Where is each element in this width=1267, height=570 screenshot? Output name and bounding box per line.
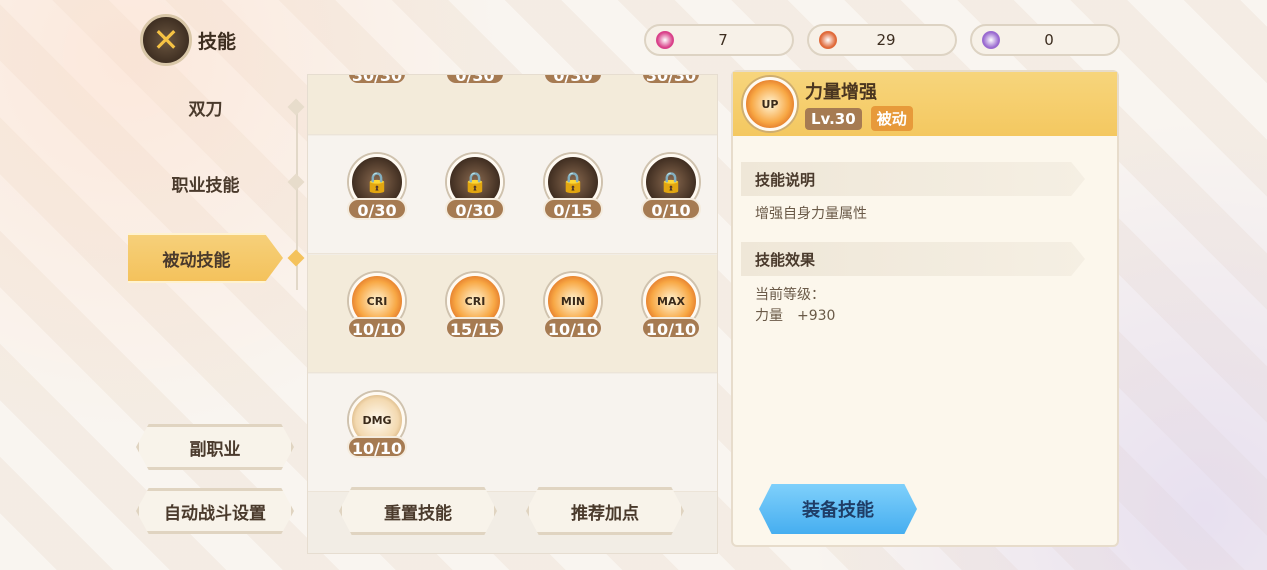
equip-skill-label: 装备技能 [802,500,874,521]
recommend-points-button[interactable]: 推荐加点 [526,487,684,535]
skill-level: 30/30 [347,75,407,85]
skill-level: 10/10 [347,317,407,339]
lock-icon: 🔒 [364,170,390,194]
crystal-icon [982,31,1000,49]
currency-crystal[interactable]: 0 [970,24,1120,56]
lock-icon: 🔒 [462,170,488,194]
reset-skills-button[interactable]: 重置技能 [339,487,497,535]
lock-icon: 🔒 [658,170,684,194]
nav-item-label: 被动技能 [162,250,231,271]
nav-item-job-skills[interactable]: 职业技能 [128,158,283,208]
skill-level: 0/30 [445,198,505,220]
skill-level: 0/30 [445,75,505,85]
skill-slot[interactable]: DMG 10/10 [346,392,408,458]
auto-battle-settings-button[interactable]: 自动战斗设置 [136,488,294,534]
page-title: 技能 [198,30,237,53]
nav-item-label: 职业技能 [171,175,240,196]
skill-description-text: 增强自身力量属性 [755,206,867,222]
skill-effect-current-level: 当前等级： [755,287,825,303]
skill-slot-locked[interactable]: 🔒 0/30 [346,154,408,220]
skill-effect-strength: 力量 +930 [755,308,836,324]
skill-row: DMG 10/10 [308,374,717,492]
currency-scroll[interactable]: 29 [807,24,957,56]
skill-slot[interactable]: 30/30 [640,75,702,85]
reset-skills-label: 重置技能 [384,503,452,524]
nav-item-label: 双刀 [188,99,223,120]
page-header: ✕ 技能 [140,14,236,66]
skill-level: 10/10 [641,317,701,339]
skill-detail-header: UP 力量增强 Lv.30 被动 [733,72,1117,136]
lock-icon: 🔒 [560,170,586,194]
nav-item-dual-blades[interactable]: 双刀 [128,82,283,132]
skill-type-badge: 被动 [870,105,913,131]
skill-level: 0/15 [543,198,603,220]
skill-level: 30/30 [641,75,701,85]
currency-crystal-value: 0 [1044,31,1054,49]
skill-slot[interactable]: CRI 10/10 [346,273,408,339]
currency-gem-value: 7 [718,31,728,49]
skill-row: CRI 10/10 CRI 15/15 MIN 10/10 MAX 10/10 [308,255,717,373]
skill-level: 0/30 [347,198,407,220]
auto-battle-label: 自动战斗设置 [164,503,266,524]
gem-icon [656,31,674,49]
equip-skill-button[interactable]: 装备技能 [759,484,917,534]
skill-slot-locked[interactable]: 🔒 0/30 [444,154,506,220]
skill-slot[interactable]: CRI 15/15 [444,273,506,339]
skill-name: 力量增强 [805,81,877,103]
skill-slot[interactable]: MIN 10/10 [542,273,604,339]
skill-level: 10/10 [347,436,407,458]
nav-item-passive-skills[interactable]: 被动技能 [128,233,283,283]
skill-slot-locked[interactable]: 🔒 0/10 [640,154,702,220]
sub-job-button[interactable]: 副职业 [136,424,294,470]
scroll-icon [819,31,837,49]
currency-scroll-value: 29 [876,31,896,49]
skill-slot[interactable]: 0/30 [542,75,604,85]
skill-slot[interactable]: 0/30 [444,75,506,85]
skill-level: 10/10 [543,317,603,339]
skill-detail-panel: UP 力量增强 Lv.30 被动 技能说明 增强自身力量属性 技能效果 当前等级… [731,70,1119,547]
skill-grid[interactable]: 30/30 0/30 0/30 30/30 🔒 0/30 🔒 0/30 🔒 0/… [307,74,718,554]
skill-slot[interactable]: MAX 10/10 [640,273,702,339]
sub-job-label: 副职业 [189,439,241,460]
skill-level: 0/10 [641,198,701,220]
skill-logo-icon[interactable]: ✕ [140,14,192,66]
skill-level: 15/15 [445,317,505,339]
strength-up-icon: UP [743,77,797,131]
currency-gem[interactable]: 7 [644,24,794,56]
skill-row: 🔒 0/30 🔒 0/30 🔒 0/15 🔒 0/10 [308,136,717,254]
skill-effect-title: 技能效果 [741,242,1085,276]
skill-level: 0/30 [543,75,603,85]
skill-detail-meta: 力量增强 Lv.30 被动 [805,78,913,131]
skill-slot[interactable]: 30/30 [346,75,408,85]
skill-level-badge: Lv.30 [805,107,862,130]
skill-row: 30/30 0/30 0/30 30/30 [308,75,717,135]
skill-badges: Lv.30 被动 [805,105,913,131]
recommend-points-label: 推荐加点 [571,503,639,524]
skill-description-title: 技能说明 [741,162,1085,196]
skill-slot-locked[interactable]: 🔒 0/15 [542,154,604,220]
